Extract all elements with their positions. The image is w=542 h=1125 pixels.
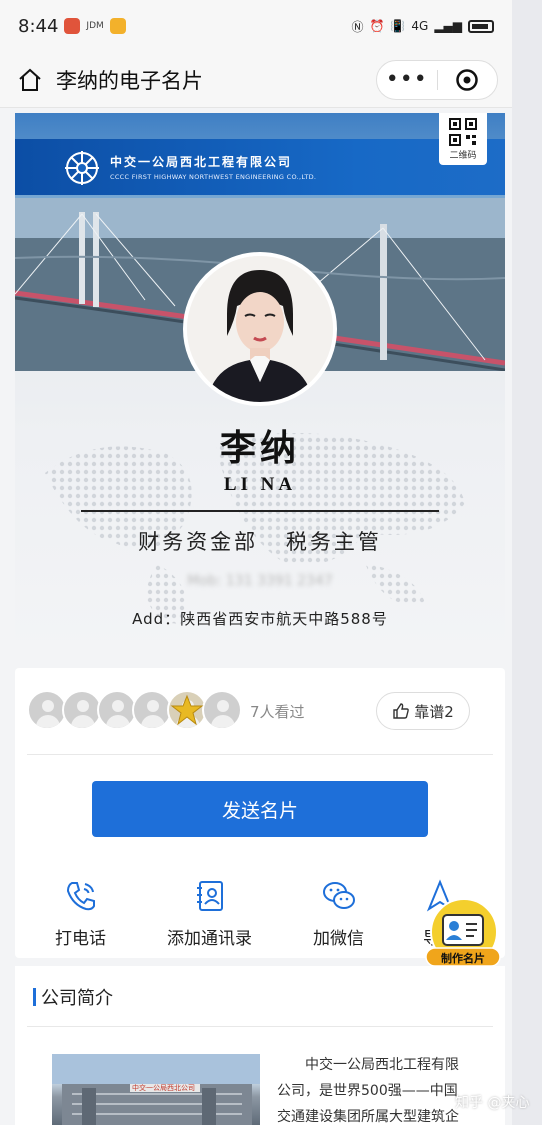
visitor-avatar (27, 690, 67, 730)
wechat-icon (319, 876, 359, 916)
business-card: 中交一公局西北工程有限公司 CCCC FIRST HIGHWAY NORTHWE… (15, 113, 505, 653)
app-notification-icon (64, 18, 81, 34)
qr-code-icon (449, 117, 477, 146)
action-add-wechat[interactable]: 加微信 (313, 876, 364, 949)
action-label: 加微信 (313, 929, 364, 949)
nfc-icon: Ⓝ (351, 19, 364, 34)
company-intro-text: 中交一公局西北工程有限公司，是世界500强——中国交通建设集团所属大型建筑企 (277, 1057, 459, 1125)
card-divider (81, 510, 439, 512)
card-department-position: 财务资金部 税务主管 (15, 526, 505, 556)
card-name-en: LI NA (223, 474, 297, 495)
jdm-label: JDM (86, 21, 104, 31)
card-name-cn: 李纳 (219, 427, 300, 469)
like-label: 靠谱2 (414, 702, 454, 721)
visitor-avatars[interactable] (27, 690, 242, 730)
qr-code-label: 二维码 (449, 150, 477, 161)
company-name-en: CCCC FIRST HIGHWAY NORTHWEST ENGINEERING… (110, 173, 317, 181)
nav-bar: 李纳的电子名片 ••• (0, 52, 512, 108)
close-target-icon[interactable] (438, 68, 498, 92)
company-name-cn: 中交一公局西北工程有限公司 (110, 155, 293, 169)
card-address: Add：陕西省西安市航天中路588号 (132, 610, 388, 628)
visitor-avatar (62, 690, 102, 730)
card-department: 财务资金部 (138, 530, 259, 554)
action-call[interactable]: 打电话 (55, 876, 106, 949)
signal-icon: ▂▄▆ (434, 19, 462, 33)
alarm-icon: ⏰ (369, 19, 385, 33)
action-label: 添加通讯录 (167, 929, 252, 949)
network-label: 4G (411, 19, 429, 33)
company-logo-icon (65, 151, 99, 185)
make-card-button[interactable]: 制作名片 (424, 898, 502, 970)
status-icons: Ⓝ ⏰ 📳 4G ▂▄▆ (351, 18, 494, 35)
intro-divider (27, 1026, 493, 1027)
profile-photo (183, 252, 337, 406)
send-card-button[interactable]: 发送名片 (92, 781, 428, 837)
card-mobile: Mob: 131 3391 2347 (15, 573, 505, 589)
contacts-icon (190, 876, 230, 916)
company-intro-section: 公司简介 中交一公局西北公司 中交一公局西北工程有限公司，是世界500强——中国… (15, 966, 505, 1125)
phone-icon (61, 876, 101, 916)
make-card-label: 制作名片 (441, 952, 485, 965)
battery-icon (468, 19, 494, 33)
more-icon[interactable]: ••• (377, 68, 437, 90)
home-icon[interactable] (14, 64, 46, 96)
visitor-avatar (132, 690, 172, 730)
page: 8:44 JDM Ⓝ ⏰ 📳 4G ▂▄▆ 李纳的电子名片 ••• 中交一公局西… (0, 0, 512, 1125)
like-button[interactable]: 靠谱2 (376, 692, 470, 730)
company-building-photo[interactable]: 中交一公局西北公司 (52, 1054, 260, 1125)
mini-program-capsule: ••• (376, 59, 498, 100)
view-count[interactable]: 7人看过 (250, 701, 305, 722)
section-accent-bar (33, 988, 36, 1006)
watermark: 知乎 @夹心 (455, 1095, 530, 1111)
visitor-avatar (97, 690, 137, 730)
page-title: 李纳的电子名片 (56, 68, 203, 93)
action-add-contact[interactable]: 添加通讯录 (167, 876, 252, 949)
qr-code-button[interactable]: 二维码 (439, 113, 487, 165)
building-sign: 中交一公局西北公司 (132, 1084, 195, 1092)
card-position: 税务主管 (285, 530, 382, 554)
company-intro-title: 公司简介 (41, 988, 113, 1009)
card-mobile-value: Mob: 131 3391 2347 (187, 573, 333, 589)
status-bar: 8:44 JDM Ⓝ ⏰ 📳 4G ▂▄▆ (0, 0, 512, 52)
action-label: 打电话 (55, 929, 106, 949)
thumbs-up-icon (393, 703, 410, 719)
status-time: 8:44 (18, 15, 59, 37)
vibrate-icon: 📳 (390, 19, 406, 33)
visitor-avatar-badge (167, 690, 207, 730)
wallet-notification-icon (109, 18, 126, 34)
panel-divider (27, 754, 493, 755)
visitor-avatar (202, 690, 242, 730)
